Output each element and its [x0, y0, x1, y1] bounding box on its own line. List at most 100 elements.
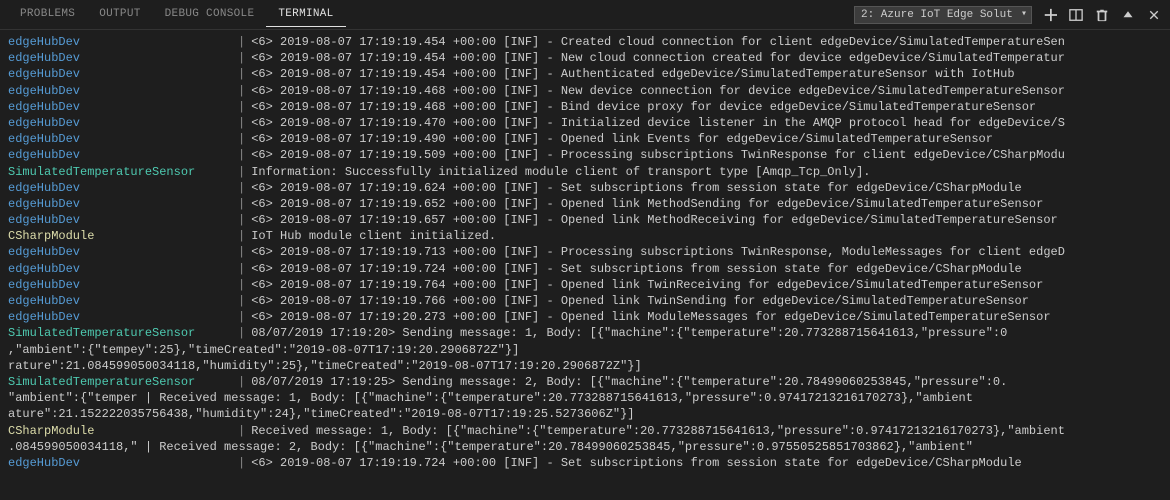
log-separator: |: [238, 325, 245, 341]
log-message: 08/07/2019 17:19:20> Sending message: 1,…: [251, 325, 1007, 341]
log-source: edgeHubDev: [8, 261, 238, 277]
log-separator: |: [238, 309, 245, 325]
log-source: edgeHubDev: [8, 293, 238, 309]
log-separator: |: [238, 244, 245, 260]
log-message: 08/07/2019 17:19:25> Sending message: 2,…: [251, 374, 1007, 390]
log-line: CSharpModule| IoT Hub module client init…: [8, 228, 1162, 244]
log-separator: |: [238, 164, 245, 180]
log-line: edgeHubDev| <6> 2019-08-07 17:19:19.509 …: [8, 147, 1162, 163]
log-separator: |: [238, 50, 245, 66]
log-line: edgeHubDev| <6> 2019-08-07 17:19:19.724 …: [8, 261, 1162, 277]
log-wrap-line: rature":21.084599050034118,"humidity":25…: [8, 358, 1162, 374]
log-source: edgeHubDev: [8, 131, 238, 147]
log-separator: |: [238, 131, 245, 147]
log-separator: |: [238, 374, 245, 390]
log-separator: |: [238, 34, 245, 50]
log-source: edgeHubDev: [8, 115, 238, 131]
log-line: edgeHubDev| <6> 2019-08-07 17:19:19.764 …: [8, 277, 1162, 293]
log-line: SimulatedTemperatureSensor| 08/07/2019 1…: [8, 374, 1162, 390]
panel-toolbar: 2: Azure IoT Edge Solut: [854, 6, 1162, 24]
log-source: edgeHubDev: [8, 277, 238, 293]
log-separator: |: [238, 196, 245, 212]
log-source: SimulatedTemperatureSensor: [8, 164, 238, 180]
log-message: <6> 2019-08-07 17:19:19.468 +00:00 [INF]…: [251, 99, 1036, 115]
log-message: <6> 2019-08-07 17:19:19.713 +00:00 [INF]…: [251, 244, 1065, 260]
tab-problems[interactable]: PROBLEMS: [8, 2, 87, 27]
tab-output[interactable]: OUTPUT: [87, 2, 152, 27]
log-message: <6> 2019-08-07 17:19:19.624 +00:00 [INF]…: [251, 180, 1022, 196]
log-message: <6> 2019-08-07 17:19:20.273 +00:00 [INF]…: [251, 309, 1050, 325]
log-source: edgeHubDev: [8, 99, 238, 115]
log-separator: |: [238, 293, 245, 309]
log-separator: |: [238, 455, 245, 471]
log-line: edgeHubDev| <6> 2019-08-07 17:19:19.713 …: [8, 244, 1162, 260]
log-separator: |: [238, 83, 245, 99]
log-line: edgeHubDev| <6> 2019-08-07 17:19:19.766 …: [8, 293, 1162, 309]
log-message: <6> 2019-08-07 17:19:19.470 +00:00 [INF]…: [251, 115, 1065, 131]
log-line: edgeHubDev| <6> 2019-08-07 17:19:19.454 …: [8, 66, 1162, 82]
log-line: SimulatedTemperatureSensor| Information:…: [8, 164, 1162, 180]
log-wrap-line: ,"ambient":{"tempey":25},"timeCreated":"…: [8, 342, 1162, 358]
log-separator: |: [238, 147, 245, 163]
log-line: edgeHubDev| <6> 2019-08-07 17:19:19.724 …: [8, 455, 1162, 471]
log-separator: |: [238, 277, 245, 293]
tab-terminal[interactable]: TERMINAL: [266, 2, 345, 27]
split-terminal-icon[interactable]: [1068, 7, 1084, 23]
log-line: edgeHubDev| <6> 2019-08-07 17:19:19.470 …: [8, 115, 1162, 131]
log-message: Information: Successfully initialized mo…: [251, 164, 870, 180]
log-separator: |: [238, 212, 245, 228]
log-source: SimulatedTemperatureSensor: [8, 325, 238, 341]
terminal-output[interactable]: edgeHubDev| <6> 2019-08-07 17:19:19.454 …: [0, 30, 1170, 475]
log-line: edgeHubDev| <6> 2019-08-07 17:19:19.468 …: [8, 99, 1162, 115]
log-line: edgeHubDev| <6> 2019-08-07 17:19:19.652 …: [8, 196, 1162, 212]
log-source: edgeHubDev: [8, 147, 238, 163]
log-source: edgeHubDev: [8, 309, 238, 325]
log-message: IoT Hub module client initialized.: [251, 228, 496, 244]
log-message: <6> 2019-08-07 17:19:19.724 +00:00 [INF]…: [251, 455, 1022, 471]
log-wrap-line: ature":21.152222035756438,"humidity":24}…: [8, 406, 1162, 422]
log-message: <6> 2019-08-07 17:19:19.490 +00:00 [INF]…: [251, 131, 993, 147]
log-line: edgeHubDev| <6> 2019-08-07 17:19:19.624 …: [8, 180, 1162, 196]
maximize-panel-icon[interactable]: [1120, 7, 1136, 23]
log-separator: |: [238, 423, 245, 439]
log-separator: |: [238, 180, 245, 196]
log-source: CSharpModule: [8, 228, 238, 244]
log-line: edgeHubDev| <6> 2019-08-07 17:19:19.490 …: [8, 131, 1162, 147]
log-source: edgeHubDev: [8, 50, 238, 66]
panel-header: PROBLEMS OUTPUT DEBUG CONSOLE TERMINAL 2…: [0, 0, 1170, 30]
log-message: <6> 2019-08-07 17:19:19.454 +00:00 [INF]…: [251, 66, 1014, 82]
log-source: edgeHubDev: [8, 196, 238, 212]
log-separator: |: [238, 261, 245, 277]
tab-debug-console[interactable]: DEBUG CONSOLE: [153, 2, 267, 27]
log-source: edgeHubDev: [8, 244, 238, 260]
close-panel-icon[interactable]: [1146, 7, 1162, 23]
log-wrap-line: "ambient":{"temper | Received message: 1…: [8, 390, 1162, 406]
new-terminal-icon[interactable]: [1042, 7, 1058, 23]
log-source: edgeHubDev: [8, 212, 238, 228]
log-message: <6> 2019-08-07 17:19:19.724 +00:00 [INF]…: [251, 261, 1022, 277]
log-source: CSharpModule: [8, 423, 238, 439]
log-line: CSharpModule| Received message: 1, Body:…: [8, 423, 1162, 439]
log-separator: |: [238, 115, 245, 131]
log-message: <6> 2019-08-07 17:19:19.454 +00:00 [INF]…: [251, 50, 1065, 66]
log-source: edgeHubDev: [8, 66, 238, 82]
terminal-selector[interactable]: 2: Azure IoT Edge Solut: [854, 6, 1032, 24]
log-line: edgeHubDev| <6> 2019-08-07 17:19:19.454 …: [8, 34, 1162, 50]
log-separator: |: [238, 66, 245, 82]
log-message: <6> 2019-08-07 17:19:19.652 +00:00 [INF]…: [251, 196, 1043, 212]
log-message: Received message: 1, Body: [{"machine":{…: [251, 423, 1065, 439]
log-source: edgeHubDev: [8, 83, 238, 99]
panel-tabs: PROBLEMS OUTPUT DEBUG CONSOLE TERMINAL: [8, 2, 346, 27]
log-message: <6> 2019-08-07 17:19:19.509 +00:00 [INF]…: [251, 147, 1065, 163]
log-source: edgeHubDev: [8, 34, 238, 50]
log-line: edgeHubDev| <6> 2019-08-07 17:19:19.468 …: [8, 83, 1162, 99]
log-line: SimulatedTemperatureSensor| 08/07/2019 1…: [8, 325, 1162, 341]
kill-terminal-icon[interactable]: [1094, 7, 1110, 23]
log-line: edgeHubDev| <6> 2019-08-07 17:19:19.454 …: [8, 50, 1162, 66]
log-source: SimulatedTemperatureSensor: [8, 374, 238, 390]
log-message: <6> 2019-08-07 17:19:19.764 +00:00 [INF]…: [251, 277, 1043, 293]
log-message: <6> 2019-08-07 17:19:19.468 +00:00 [INF]…: [251, 83, 1065, 99]
log-source: edgeHubDev: [8, 180, 238, 196]
log-separator: |: [238, 228, 245, 244]
log-message: <6> 2019-08-07 17:19:19.766 +00:00 [INF]…: [251, 293, 1029, 309]
